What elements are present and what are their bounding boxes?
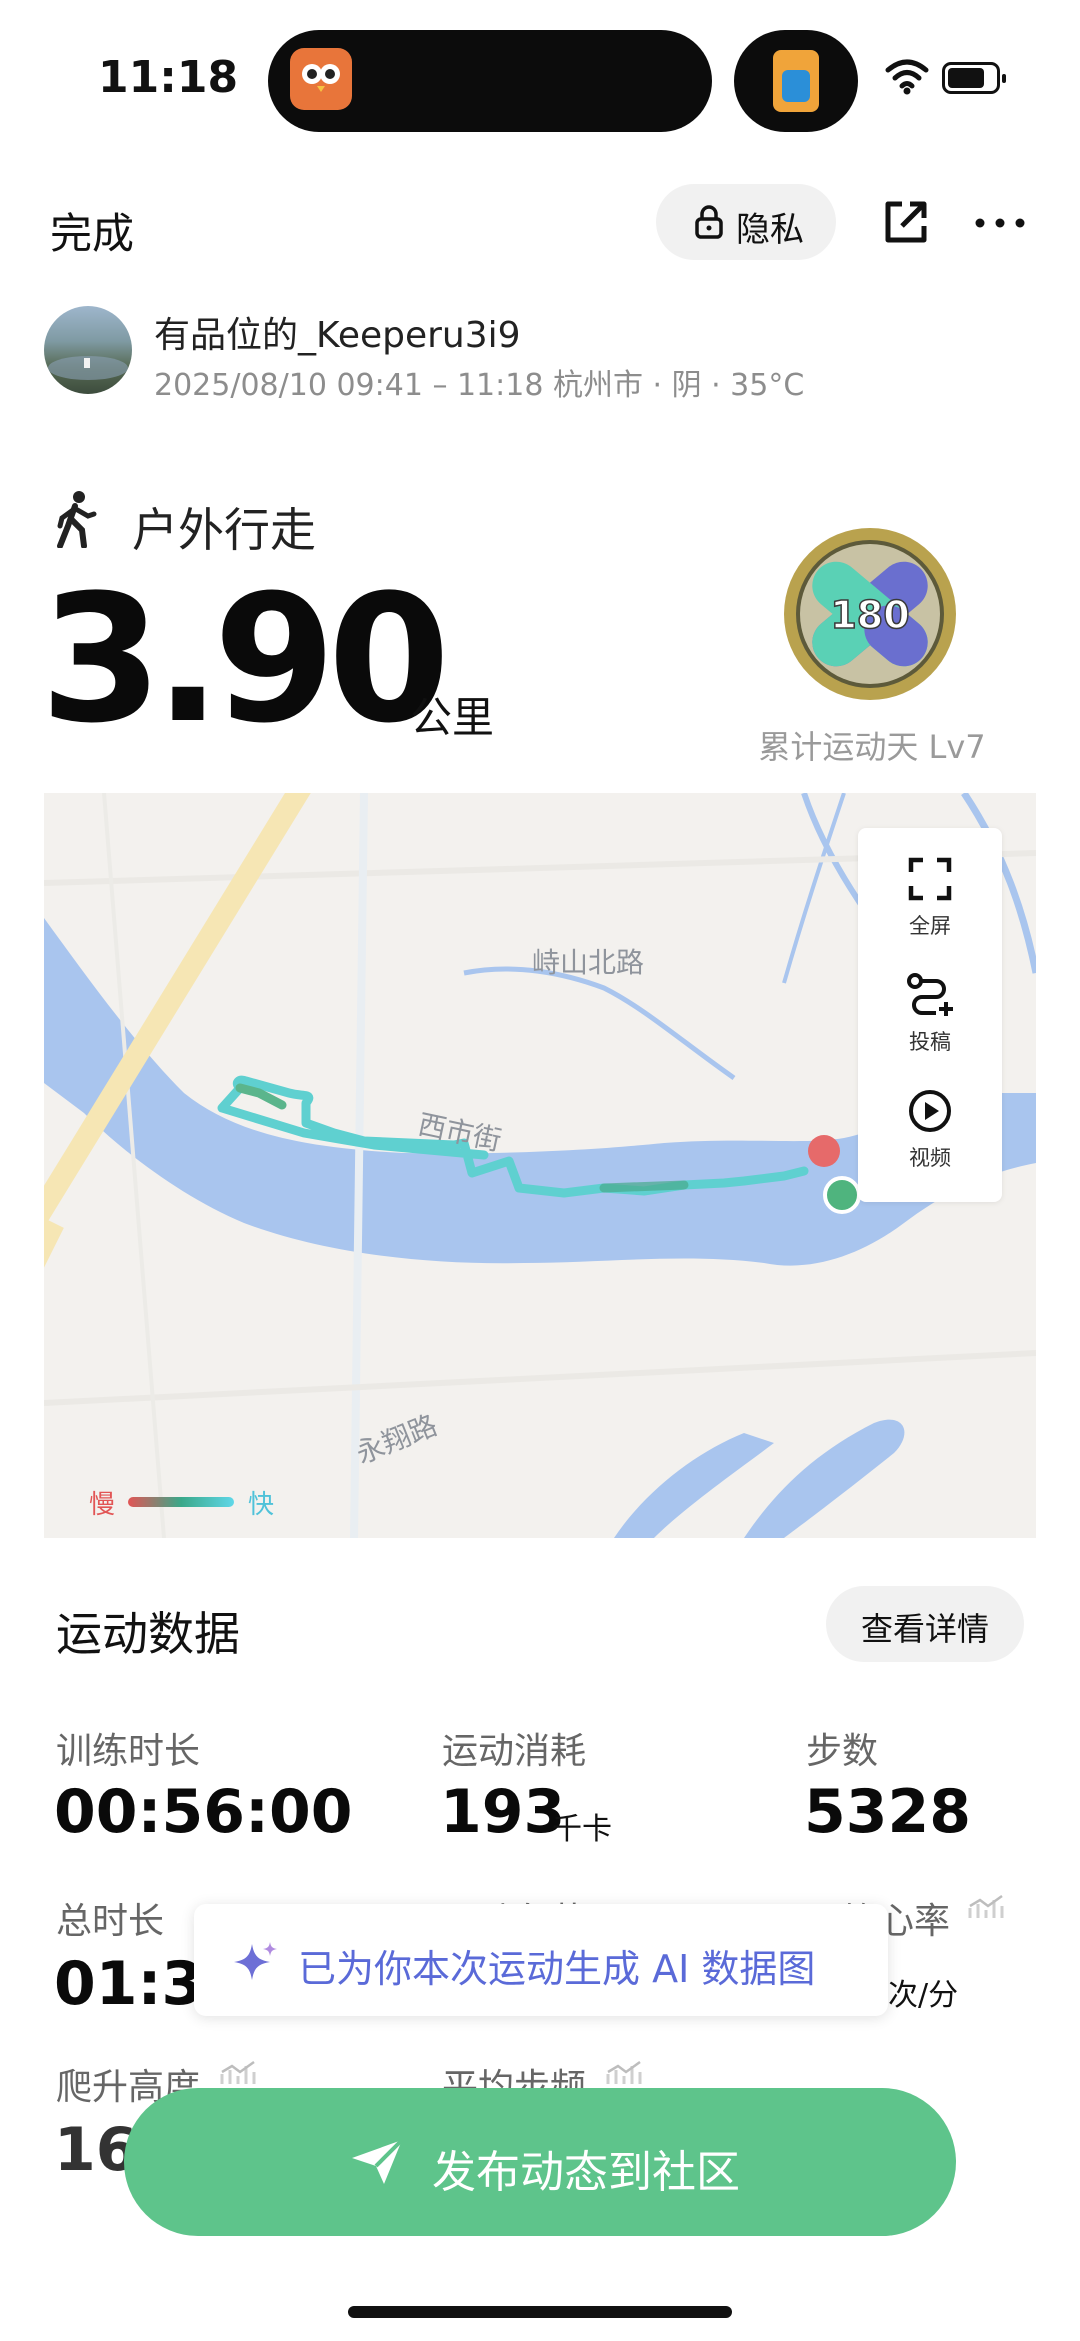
medal-number: 180 — [830, 593, 909, 637]
ai-banner-text: 已为你本次运动生成 AI 数据图 — [298, 1947, 816, 1991]
video-label: 视频 — [909, 1146, 951, 1170]
route-submit-icon — [907, 973, 953, 1016]
medal-caption: 累计运动天 Lv7 — [758, 728, 986, 766]
activity-type: 户外行走 — [132, 503, 316, 557]
wifi-icon — [885, 59, 929, 95]
submit-label: 投稿 — [909, 1030, 951, 1054]
view-details-button[interactable]: 查看详情 — [826, 1586, 1024, 1662]
stat-label-training-time: 训练时长 — [56, 1731, 201, 1772]
sparkle-icon — [234, 1942, 277, 1980]
play-icon — [909, 1090, 951, 1132]
stat-label-steps: 步数 — [806, 1731, 879, 1772]
walking-icon — [57, 491, 97, 548]
battery-icon — [942, 62, 1006, 94]
publish-to-community-button[interactable]: 发布动态到社区 — [124, 2088, 956, 2236]
medal-badge[interactable]: 180 — [782, 526, 958, 702]
home-indicator[interactable] — [348, 2306, 732, 2318]
owl-app-icon — [290, 48, 352, 110]
fullscreen-icon — [908, 857, 952, 901]
submit-button[interactable]: 投稿 — [858, 972, 1002, 1056]
stat-value-training-time: 00:56:00 — [54, 1777, 353, 1847]
fullscreen-label: 全屏 — [909, 914, 951, 938]
privacy-button[interactable]: 隐私 — [656, 184, 836, 260]
speed-legend-slow: 慢 — [89, 1490, 116, 1520]
view-details-label: 查看详情 — [860, 1610, 989, 1648]
trend-icon — [606, 2060, 642, 2084]
map-toolbar: 全屏 投稿 视频 — [858, 828, 1002, 1202]
share-icon[interactable] — [880, 196, 932, 248]
distance-value: 3.90 — [40, 557, 450, 762]
stats-title: 运动数据 — [56, 1607, 240, 1661]
avatar[interactable] — [44, 306, 132, 394]
send-icon — [352, 2138, 404, 2184]
privacy-label: 隐私 — [736, 210, 804, 250]
video-button[interactable]: 视频 — [858, 1088, 1002, 1172]
workout-meta: 2025/08/10 09:41 – 11:18 杭州市 · 阴 · 35°C — [154, 368, 805, 403]
distance-unit: 公里 — [410, 693, 495, 742]
stat-unit-calories: 千卡 — [552, 1812, 612, 1847]
username[interactable]: 有品位的_Keeperu3i9 — [154, 306, 521, 358]
publish-label: 发布动态到社区 — [432, 2147, 740, 2198]
fullscreen-button[interactable]: 全屏 — [858, 856, 1002, 940]
stat-unit-heart-rate: 次/分 — [888, 1978, 959, 2013]
speed-legend-bar — [128, 1497, 234, 1507]
stat-value-steps: 5328 — [804, 1777, 971, 1847]
stat-label-calories: 运动消耗 — [442, 1731, 587, 1772]
done-button[interactable]: 完成 — [50, 200, 134, 261]
trend-icon — [220, 2060, 256, 2084]
route-end-marker — [808, 1135, 840, 1167]
stat-label-total-time: 总时长 — [56, 1901, 165, 1942]
more-icon[interactable] — [972, 200, 1028, 246]
live-activity-thumbnail — [773, 50, 819, 112]
status-time: 11:18 — [98, 52, 239, 103]
map-label-road1: 峙山北路 — [532, 946, 645, 979]
lock-icon — [695, 205, 723, 239]
route-start-marker — [823, 1176, 861, 1214]
speed-legend-fast: 快 — [248, 1490, 275, 1520]
stat-value-calories: 193 — [440, 1777, 566, 1847]
ai-chart-banner[interactable]: 已为你本次运动生成 AI 数据图 — [194, 1904, 888, 2016]
trend-icon — [968, 1894, 1004, 1918]
